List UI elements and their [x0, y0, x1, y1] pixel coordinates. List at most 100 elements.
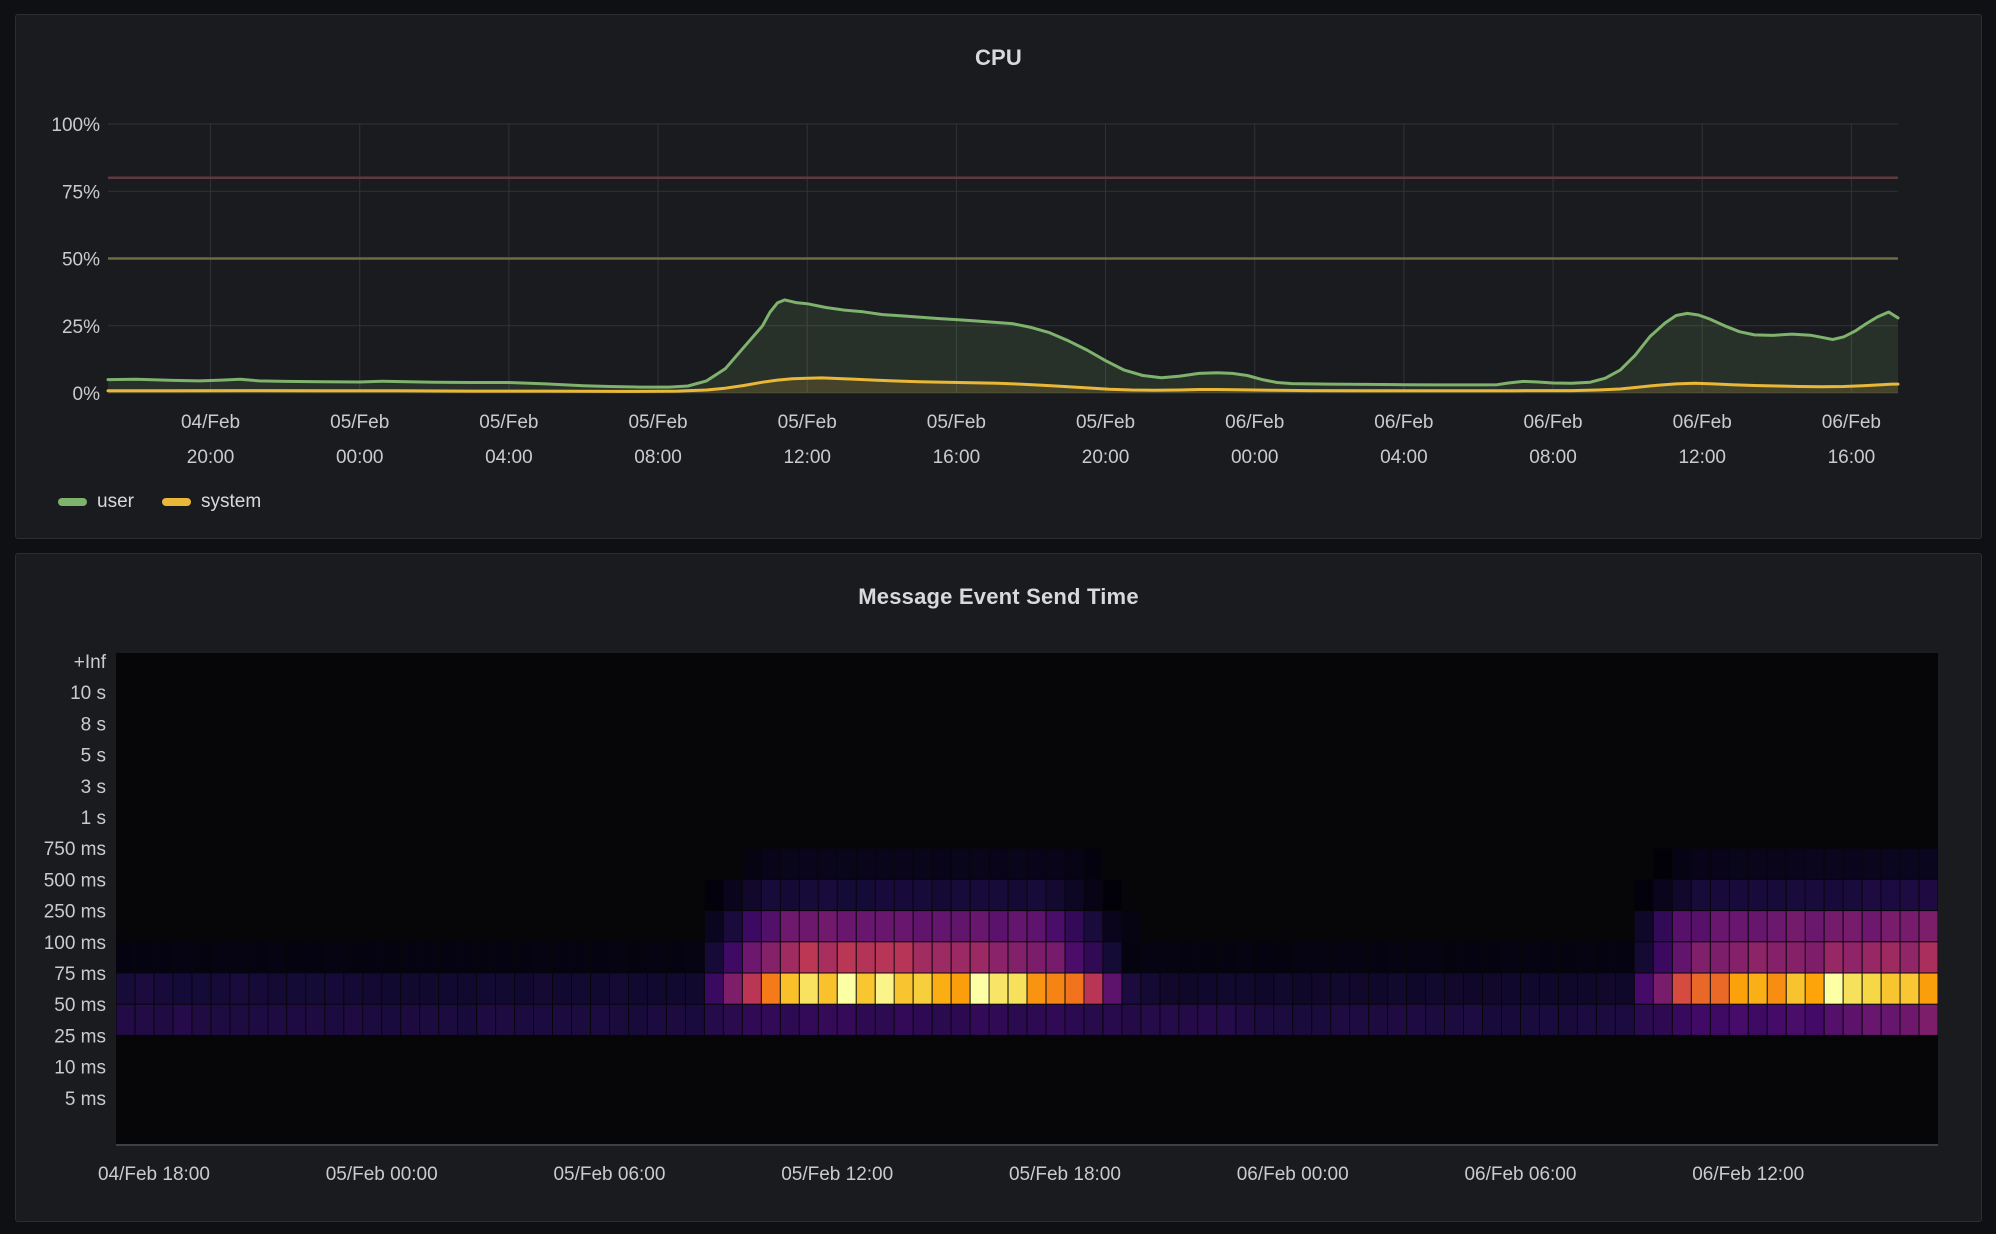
heatmap-cell	[1863, 911, 1881, 941]
heatmap-cell	[1901, 942, 1919, 972]
heatmap-x-tick-label: 05/Feb 18:00	[1009, 1164, 1121, 1185]
heatmap-cell	[1047, 849, 1065, 879]
heatmap-cell	[1920, 880, 1938, 910]
cpu-y-tick-label: 50%	[62, 250, 100, 271]
heatmap-cell	[268, 974, 286, 1004]
heatmap-cell	[401, 1005, 419, 1035]
heatmap-cell	[1009, 911, 1027, 941]
heatmap-cell	[1825, 880, 1843, 910]
heatmap-cell	[1028, 974, 1046, 1004]
cpu-x-tick-time: 12:00	[1678, 447, 1726, 468]
cpu-x-tick-date: 04/Feb	[181, 412, 240, 433]
heatmap-cell	[1236, 1005, 1254, 1035]
heatmap-cell	[1844, 1005, 1862, 1035]
heatmap-cell	[477, 974, 495, 1004]
heatmap-cell	[857, 974, 875, 1004]
heatmap-cell	[762, 1005, 780, 1035]
heatmap-cell	[876, 849, 894, 879]
heatmap-cell	[1388, 1005, 1406, 1035]
heatmap-cell	[667, 1005, 685, 1035]
heatmap-cell	[1141, 942, 1159, 972]
heatmap-cell	[117, 974, 135, 1004]
heatmap-cell	[1084, 942, 1102, 972]
heatmap-cell	[1711, 880, 1729, 910]
user-series-swatch	[58, 498, 87, 506]
legend-item-system[interactable]: system	[162, 491, 261, 513]
heatmap-cell	[1047, 1005, 1065, 1035]
heatmap-x-tick-label: 05/Feb 12:00	[781, 1164, 893, 1185]
heatmap-cell	[800, 942, 818, 972]
heatmap-cell	[1654, 974, 1672, 1004]
heatmap-cell	[1122, 942, 1140, 972]
heatmap-cell	[1103, 942, 1121, 972]
cpu-chart[interactable]: 0%25%50%75%100%04/Feb20:0005/Feb00:0005/…	[16, 15, 1981, 538]
heatmap-cell	[1692, 1005, 1710, 1035]
heatmap-cell	[648, 974, 666, 1004]
heatmap-cell	[173, 942, 191, 972]
heatmap-cell	[1274, 1005, 1292, 1035]
heatmap-cell	[1293, 974, 1311, 1004]
heatmap-cell	[306, 942, 324, 972]
cpu-x-tick-date: 05/Feb	[479, 412, 538, 433]
heatmap-chart[interactable]: +Inf10 s8 s5 s3 s1 s750 ms500 ms250 ms10…	[16, 554, 1981, 1221]
heatmap-cell	[971, 974, 989, 1004]
heatmap-cell	[1179, 1005, 1197, 1035]
heatmap-cell	[895, 1005, 913, 1035]
heatmap-cell	[762, 974, 780, 1004]
heatmap-cell	[1730, 911, 1748, 941]
heatmap-cell	[1673, 942, 1691, 972]
heatmap-cell	[1009, 880, 1027, 910]
heatmap-cell	[1445, 1005, 1463, 1035]
heatmap-cell	[1047, 880, 1065, 910]
heatmap-cell	[1673, 849, 1691, 879]
heatmap-cell	[344, 974, 362, 1004]
heatmap-cell	[667, 974, 685, 1004]
cpu-panel-title[interactable]: CPU	[16, 45, 1981, 71]
heatmap-cell	[1331, 974, 1349, 1004]
heatmap-y-tick-label: 250 ms	[44, 902, 106, 923]
heatmap-cell	[1198, 942, 1216, 972]
heatmap-cell	[155, 974, 173, 1004]
heatmap-cell	[1863, 880, 1881, 910]
heatmap-cell	[838, 880, 856, 910]
legend-label-user: user	[97, 491, 134, 513]
cpu-y-tick-label: 0%	[73, 384, 101, 405]
cpu-x-tick-time: 00:00	[336, 447, 384, 468]
heatmap-cell	[534, 942, 552, 972]
user-series-area	[108, 300, 1898, 393]
heatmap-cell	[1028, 942, 1046, 972]
heatmap-cell	[1711, 942, 1729, 972]
legend-item-user[interactable]: user	[58, 491, 134, 513]
heatmap-cell	[1388, 974, 1406, 1004]
heatmap-cell	[382, 942, 400, 972]
heatmap-cell	[1009, 1005, 1027, 1035]
heatmap-cell	[439, 974, 457, 1004]
heatmap-cell	[876, 1005, 894, 1035]
heatmap-cell	[724, 1005, 742, 1035]
heatmap-cell	[876, 942, 894, 972]
heatmap-cell	[800, 911, 818, 941]
heatmap-y-tick-label: 50 ms	[54, 995, 106, 1016]
heatmap-cell	[1426, 974, 1444, 1004]
cpu-x-tick-date: 06/Feb	[1374, 412, 1433, 433]
heatmap-cell	[686, 1005, 704, 1035]
heatmap-cell	[155, 1005, 173, 1035]
heatmap-panel-title[interactable]: Message Event Send Time	[16, 584, 1981, 610]
heatmap-cell	[515, 974, 533, 1004]
heatmap-cell	[762, 911, 780, 941]
cpu-x-tick-time: 08:00	[634, 447, 682, 468]
cpu-x-tick-date: 06/Feb	[1225, 412, 1284, 433]
heatmap-cell	[1350, 942, 1368, 972]
heatmap-cell	[439, 1005, 457, 1035]
heatmap-cell	[1635, 974, 1653, 1004]
heatmap-cell	[1502, 1005, 1520, 1035]
heatmap-y-tick-label: 5 s	[81, 746, 106, 767]
heatmap-cell	[762, 849, 780, 879]
heatmap-cell	[1084, 880, 1102, 910]
heatmap-cell	[1559, 1005, 1577, 1035]
heatmap-cell	[287, 974, 305, 1004]
heatmap-y-tick-label: 750 ms	[44, 839, 106, 860]
heatmap-cell	[1768, 911, 1786, 941]
heatmap-cell	[1521, 1005, 1539, 1035]
heatmap-cell	[1844, 974, 1862, 1004]
